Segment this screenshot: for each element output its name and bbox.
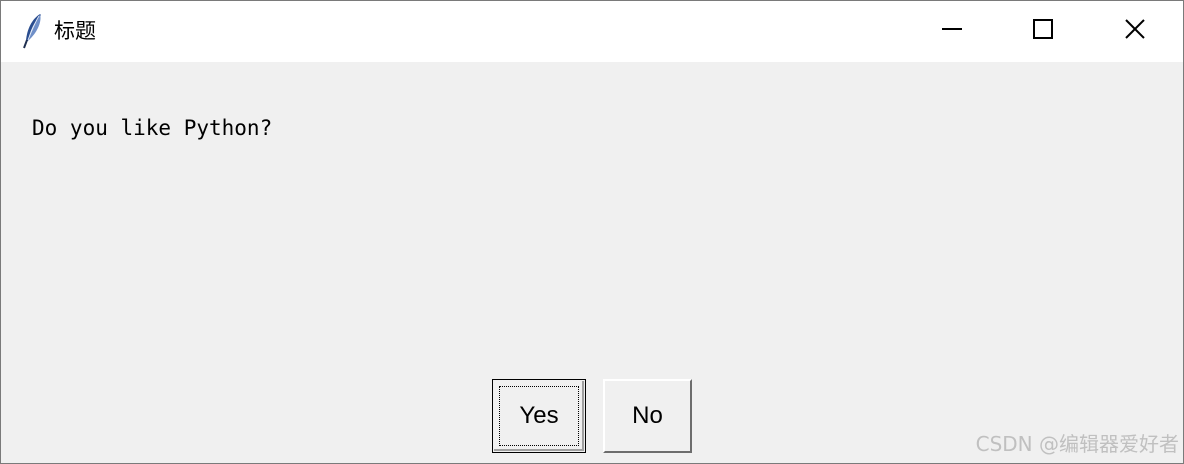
dialog-window: 标题 Do you like Python? Yes No CSDN @编辑器爱… [0, 0, 1184, 464]
window-title: 标题 [54, 19, 96, 43]
yes-button[interactable]: Yes [492, 379, 586, 453]
minimize-icon [941, 18, 963, 45]
close-button[interactable] [1089, 1, 1181, 62]
dialog-message: Do you like Python? [32, 116, 273, 140]
close-icon [1124, 18, 1146, 45]
no-button[interactable]: No [603, 379, 692, 453]
minimize-button[interactable] [906, 1, 998, 62]
title-bar[interactable]: 标题 [1, 1, 1183, 62]
watermark: CSDN @编辑器爱好者 [975, 432, 1179, 456]
maximize-icon [1032, 18, 1054, 45]
maximize-button[interactable] [997, 1, 1089, 62]
dialog-body: Do you like Python? Yes No CSDN @编辑器爱好者 [1, 62, 1183, 463]
feather-icon [22, 13, 44, 49]
no-button-label: No [632, 402, 663, 429]
yes-button-label: Yes [519, 402, 559, 429]
